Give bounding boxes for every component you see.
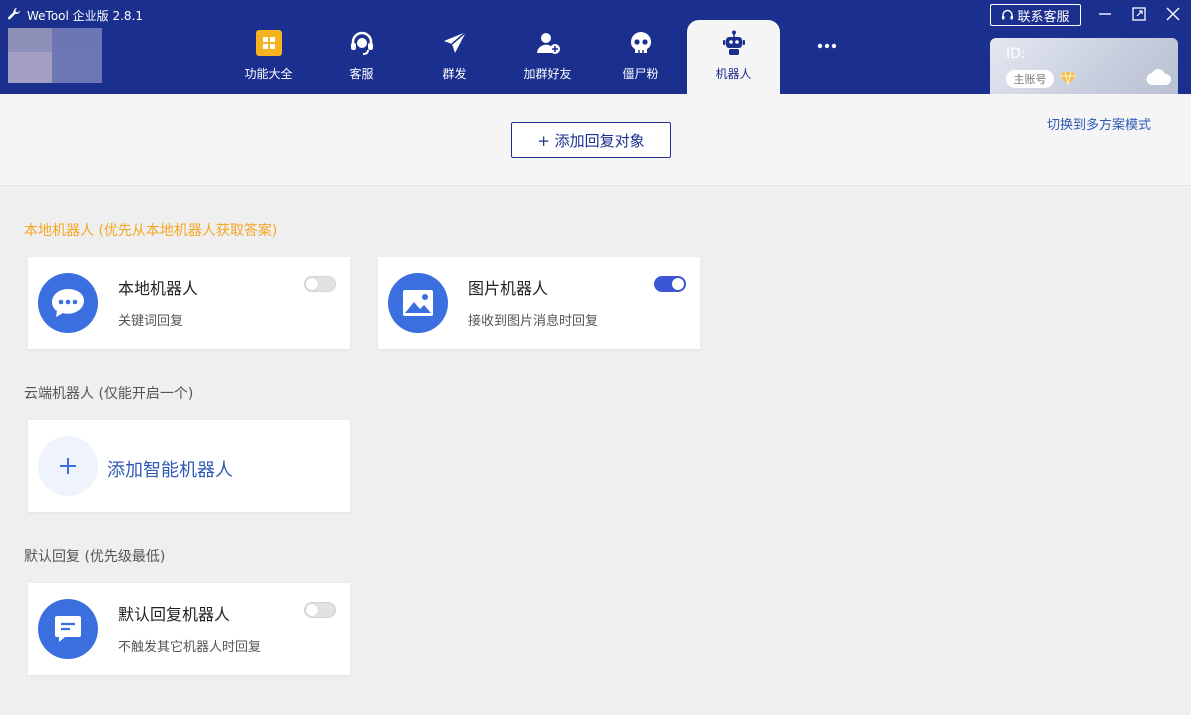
headset-icon xyxy=(348,29,376,57)
robot-name: 本地机器人 xyxy=(118,279,199,298)
close-icon xyxy=(1166,7,1180,21)
nav-item-zombie-fans[interactable]: 僵尸粉 xyxy=(594,20,687,94)
cloud-icon xyxy=(1146,69,1172,86)
account-id-label: ID: xyxy=(1006,46,1026,62)
diamond-icon xyxy=(1060,71,1076,85)
section-title-local: 本地机器人 (优先从本地机器人获取答案) xyxy=(24,223,278,239)
account-badge: 主账号 xyxy=(1006,70,1054,88)
maximize-button[interactable] xyxy=(1130,5,1148,23)
nav-label: 僵尸粉 xyxy=(622,67,659,81)
image-icon xyxy=(388,273,448,333)
plus-icon xyxy=(38,436,98,496)
toolbar: + 添加回复对象 切换到多方案模式 xyxy=(0,94,1191,186)
section-title-default: 默认回复 (优先级最低) xyxy=(24,549,166,565)
close-button[interactable] xyxy=(1164,5,1182,23)
add-reply-target-button[interactable]: + 添加回复对象 xyxy=(511,122,671,158)
robot-name: 默认回复机器人 xyxy=(118,605,231,624)
main-nav: 功能大全 客服 群发 加群好友 僵尸粉 机器人 xyxy=(222,20,873,94)
add-user-icon xyxy=(534,29,562,57)
header: WeTool 企业版 2.8.1 功能大全 客服 群发 加群好友 僵尸粉 机器人… xyxy=(0,0,1191,94)
robot-icon xyxy=(720,29,748,57)
contact-support-button[interactable]: 联系客服 xyxy=(990,4,1081,26)
robot-desc: 接收到图片消息时回复 xyxy=(468,314,599,329)
nav-item-robot[interactable]: 机器人 xyxy=(687,20,780,94)
robot-card-default[interactable]: 默认回复机器人 不触发其它机器人时回复 xyxy=(28,583,350,675)
robot-desc: 关键词回复 xyxy=(118,314,184,329)
skull-icon xyxy=(627,29,655,57)
section-title-cloud: 云端机器人 (仅能开启一个) xyxy=(24,386,194,402)
minimize-button[interactable] xyxy=(1096,5,1114,23)
nav-item-add-friends[interactable]: 加群好友 xyxy=(501,20,594,94)
robot-card-image[interactable]: 图片机器人 接收到图片消息时回复 xyxy=(378,257,700,349)
switch-mode-link[interactable]: 切换到多方案模式 xyxy=(1047,114,1151,133)
robot-toggle[interactable] xyxy=(304,276,336,292)
app-title: WeTool 企业版 2.8.1 xyxy=(27,8,144,23)
message-icon xyxy=(38,599,98,659)
robot-desc: 不触发其它机器人时回复 xyxy=(118,640,262,655)
grid-icon xyxy=(255,29,283,57)
headset-small-icon xyxy=(1002,9,1014,19)
chat-bubble-icon xyxy=(38,273,98,333)
app-title-bar: WeTool 企业版 2.8.1 xyxy=(6,6,143,24)
nav-label: 客服 xyxy=(349,67,374,81)
robot-card-local[interactable]: 本地机器人 关键词回复 xyxy=(28,257,350,349)
contact-label: 联系客服 xyxy=(1017,9,1070,25)
robot-toggle[interactable] xyxy=(654,276,686,292)
nav-label: 机器人 xyxy=(715,67,752,81)
nav-label: 功能大全 xyxy=(244,67,293,81)
add-smart-robot-label: 添加智能机器人 xyxy=(107,460,233,481)
add-smart-robot-card[interactable]: 添加智能机器人 xyxy=(28,420,350,512)
robot-toggle[interactable] xyxy=(304,602,336,618)
account-card[interactable]: ID: 主账号 xyxy=(990,38,1178,94)
nav-item-more[interactable] xyxy=(780,20,873,94)
nav-item-broadcast[interactable]: 群发 xyxy=(408,20,501,94)
minimize-icon xyxy=(1099,13,1111,15)
maximize-icon xyxy=(1132,7,1146,21)
nav-item-features[interactable]: 功能大全 xyxy=(222,20,315,94)
robot-name: 图片机器人 xyxy=(468,279,549,298)
nav-item-support[interactable]: 客服 xyxy=(315,20,408,94)
wrench-icon xyxy=(7,7,20,20)
avatar[interactable] xyxy=(8,28,102,83)
more-icon xyxy=(813,32,841,60)
nav-label: 群发 xyxy=(442,67,467,81)
nav-label: 加群好友 xyxy=(523,67,572,81)
send-icon xyxy=(441,29,469,57)
